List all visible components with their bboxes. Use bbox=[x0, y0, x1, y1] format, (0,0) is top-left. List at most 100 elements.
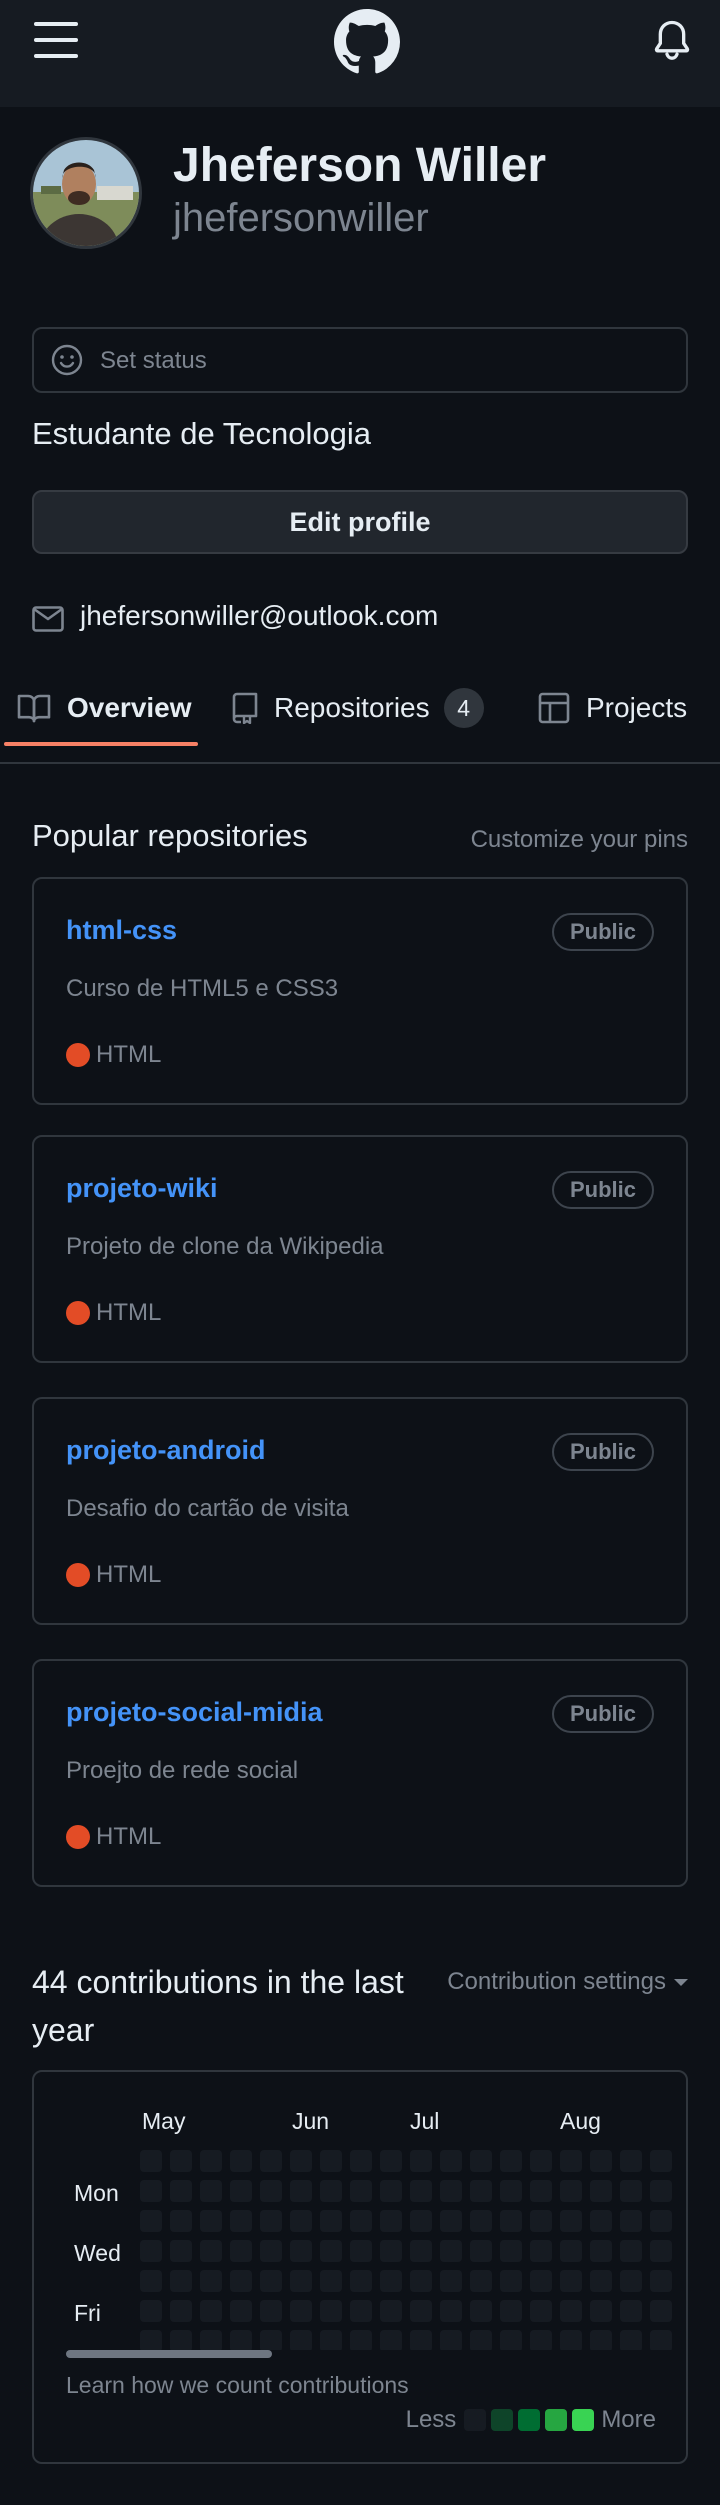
contribution-day-cell[interactable] bbox=[290, 2330, 312, 2350]
contribution-day-cell[interactable] bbox=[380, 2330, 402, 2350]
contribution-day-cell[interactable] bbox=[140, 2180, 162, 2202]
contribution-day-cell[interactable] bbox=[200, 2210, 222, 2232]
contribution-day-cell[interactable] bbox=[620, 2270, 642, 2292]
contribution-day-cell[interactable] bbox=[590, 2210, 612, 2232]
set-status-button[interactable]: Set status bbox=[32, 327, 688, 393]
contribution-day-cell[interactable] bbox=[320, 2300, 342, 2322]
learn-contributions-link[interactable]: Learn how we count contributions bbox=[66, 2372, 409, 2399]
contribution-day-cell[interactable] bbox=[170, 2180, 192, 2202]
contribution-day-cell[interactable] bbox=[500, 2300, 522, 2322]
contribution-day-cell[interactable] bbox=[380, 2270, 402, 2292]
contribution-day-cell[interactable] bbox=[380, 2240, 402, 2262]
contribution-day-cell[interactable] bbox=[560, 2330, 582, 2350]
contribution-day-cell[interactable] bbox=[230, 2330, 252, 2350]
contribution-day-cell[interactable] bbox=[200, 2330, 222, 2350]
contribution-day-cell[interactable] bbox=[650, 2150, 672, 2172]
contribution-day-cell[interactable] bbox=[290, 2270, 312, 2292]
contribution-day-cell[interactable] bbox=[230, 2240, 252, 2262]
contribution-day-cell[interactable] bbox=[260, 2210, 282, 2232]
contribution-day-cell[interactable] bbox=[620, 2150, 642, 2172]
contribution-day-cell[interactable] bbox=[440, 2300, 462, 2322]
contribution-day-cell[interactable] bbox=[650, 2240, 672, 2262]
contribution-day-cell[interactable] bbox=[260, 2300, 282, 2322]
contribution-day-cell[interactable] bbox=[350, 2180, 372, 2202]
contribution-day-cell[interactable] bbox=[230, 2150, 252, 2172]
contribution-day-cell[interactable] bbox=[140, 2330, 162, 2350]
contribution-day-cell[interactable] bbox=[290, 2180, 312, 2202]
contribution-day-cell[interactable] bbox=[320, 2330, 342, 2350]
bell-icon[interactable] bbox=[652, 18, 692, 62]
contribution-day-cell[interactable] bbox=[590, 2150, 612, 2172]
contribution-day-cell[interactable] bbox=[230, 2270, 252, 2292]
hamburger-icon[interactable] bbox=[34, 22, 78, 58]
contribution-day-cell[interactable] bbox=[410, 2150, 432, 2172]
contribution-day-cell[interactable] bbox=[140, 2150, 162, 2172]
contribution-day-cell[interactable] bbox=[140, 2300, 162, 2322]
contribution-day-cell[interactable] bbox=[470, 2180, 492, 2202]
contribution-day-cell[interactable] bbox=[410, 2240, 432, 2262]
contribution-day-cell[interactable] bbox=[500, 2270, 522, 2292]
contribution-day-cell[interactable] bbox=[560, 2180, 582, 2202]
contribution-day-cell[interactable] bbox=[380, 2150, 402, 2172]
contribution-settings-dropdown[interactable]: Contribution settings bbox=[447, 1968, 688, 1996]
contribution-day-cell[interactable] bbox=[440, 2270, 462, 2292]
contribution-day-cell[interactable] bbox=[140, 2240, 162, 2262]
contribution-day-cell[interactable] bbox=[500, 2210, 522, 2232]
contribution-day-cell[interactable] bbox=[380, 2210, 402, 2232]
contribution-day-cell[interactable] bbox=[170, 2150, 192, 2172]
avatar[interactable] bbox=[30, 137, 142, 249]
contribution-day-cell[interactable] bbox=[560, 2150, 582, 2172]
contribution-day-cell[interactable] bbox=[260, 2240, 282, 2262]
contribution-day-cell[interactable] bbox=[530, 2270, 552, 2292]
contribution-day-cell[interactable] bbox=[410, 2270, 432, 2292]
contribution-day-cell[interactable] bbox=[140, 2270, 162, 2292]
contribution-day-cell[interactable] bbox=[350, 2210, 372, 2232]
contribution-day-cell[interactable] bbox=[410, 2180, 432, 2202]
contribution-day-cell[interactable] bbox=[440, 2150, 462, 2172]
contribution-day-cell[interactable] bbox=[350, 2240, 372, 2262]
contribution-day-cell[interactable] bbox=[170, 2210, 192, 2232]
contribution-day-cell[interactable] bbox=[470, 2300, 492, 2322]
contribution-day-cell[interactable] bbox=[200, 2300, 222, 2322]
contribution-day-cell[interactable] bbox=[200, 2180, 222, 2202]
contribution-day-cell[interactable] bbox=[320, 2150, 342, 2172]
contribution-day-cell[interactable] bbox=[470, 2150, 492, 2172]
customize-pins-link[interactable]: Customize your pins bbox=[471, 826, 688, 854]
contribution-day-cell[interactable] bbox=[530, 2210, 552, 2232]
contribution-day-cell[interactable] bbox=[470, 2210, 492, 2232]
contribution-day-cell[interactable] bbox=[650, 2270, 672, 2292]
contribution-day-cell[interactable] bbox=[230, 2180, 252, 2202]
contribution-day-cell[interactable] bbox=[500, 2150, 522, 2172]
contribution-day-cell[interactable] bbox=[500, 2180, 522, 2202]
contribution-day-cell[interactable] bbox=[650, 2210, 672, 2232]
contribution-day-cell[interactable] bbox=[350, 2300, 372, 2322]
contribution-day-cell[interactable] bbox=[500, 2240, 522, 2262]
contribution-day-cell[interactable] bbox=[290, 2240, 312, 2262]
contribution-day-cell[interactable] bbox=[500, 2330, 522, 2350]
contribution-day-cell[interactable] bbox=[560, 2270, 582, 2292]
contribution-day-cell[interactable] bbox=[320, 2180, 342, 2202]
contribution-day-cell[interactable] bbox=[320, 2270, 342, 2292]
contribution-day-cell[interactable] bbox=[260, 2330, 282, 2350]
contribution-day-cell[interactable] bbox=[350, 2330, 372, 2350]
contribution-day-cell[interactable] bbox=[380, 2300, 402, 2322]
contribution-day-cell[interactable] bbox=[260, 2270, 282, 2292]
edit-profile-button[interactable]: Edit profile bbox=[32, 490, 688, 554]
contribution-day-cell[interactable] bbox=[650, 2180, 672, 2202]
contribution-day-cell[interactable] bbox=[350, 2150, 372, 2172]
contribution-day-cell[interactable] bbox=[620, 2330, 642, 2350]
contribution-day-cell[interactable] bbox=[650, 2330, 672, 2350]
contribution-day-cell[interactable] bbox=[590, 2300, 612, 2322]
contribution-day-cell[interactable] bbox=[170, 2270, 192, 2292]
contribution-day-cell[interactable] bbox=[350, 2270, 372, 2292]
repo-link[interactable]: projeto-social-midia bbox=[66, 1697, 323, 1728]
contribution-day-cell[interactable] bbox=[380, 2180, 402, 2202]
contribution-day-cell[interactable] bbox=[560, 2210, 582, 2232]
contribution-day-cell[interactable] bbox=[290, 2210, 312, 2232]
contribution-day-cell[interactable] bbox=[440, 2180, 462, 2202]
profile-email[interactable]: jhefersonwiller@outlook.com bbox=[80, 600, 438, 632]
contribution-day-cell[interactable] bbox=[290, 2300, 312, 2322]
repo-link[interactable]: projeto-wiki bbox=[66, 1173, 218, 1204]
contribution-day-cell[interactable] bbox=[530, 2330, 552, 2350]
tab-repositories[interactable]: Repositories 4 bbox=[232, 678, 484, 738]
